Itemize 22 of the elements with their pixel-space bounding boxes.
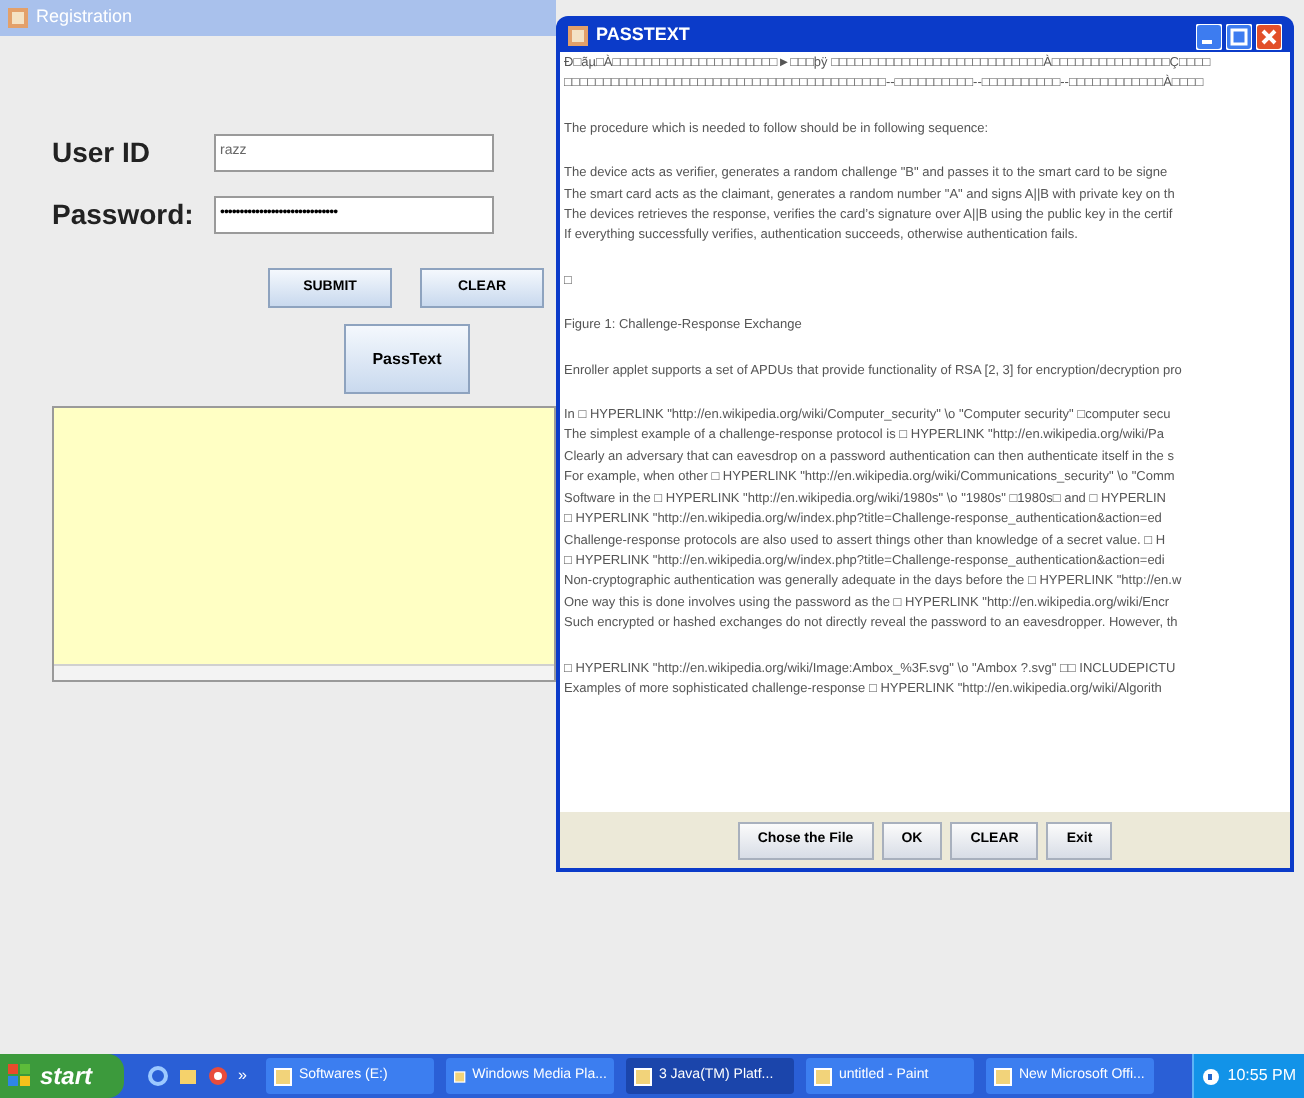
close-icon[interactable] [1256, 23, 1282, 49]
app-icon [8, 8, 28, 28]
window-icon [454, 1067, 467, 1085]
clock: 10:55 PM [1227, 1064, 1296, 1088]
window-icon [814, 1067, 833, 1085]
window-title: PASSTEXT [596, 22, 690, 49]
window-icon [994, 1067, 1013, 1085]
horizontal-scrollbar[interactable] [54, 664, 554, 680]
start-button[interactable]: start [0, 1054, 124, 1098]
overflow-chevron[interactable]: » [238, 1064, 247, 1088]
field-label: Password: [50, 196, 196, 234]
passtext-button[interactable]: PassText [344, 324, 470, 394]
window-icon [274, 1067, 293, 1085]
maximize-icon[interactable] [1226, 23, 1252, 49]
window-icon [634, 1067, 653, 1085]
text-area[interactable] [52, 406, 556, 682]
folder-icon[interactable] [178, 1066, 198, 1086]
field-label: User ID [50, 134, 153, 172]
app-icon [568, 26, 588, 46]
window-title: Registration [36, 4, 133, 31]
windows-logo-icon [8, 1064, 32, 1088]
minimize-icon[interactable] [1196, 23, 1222, 49]
